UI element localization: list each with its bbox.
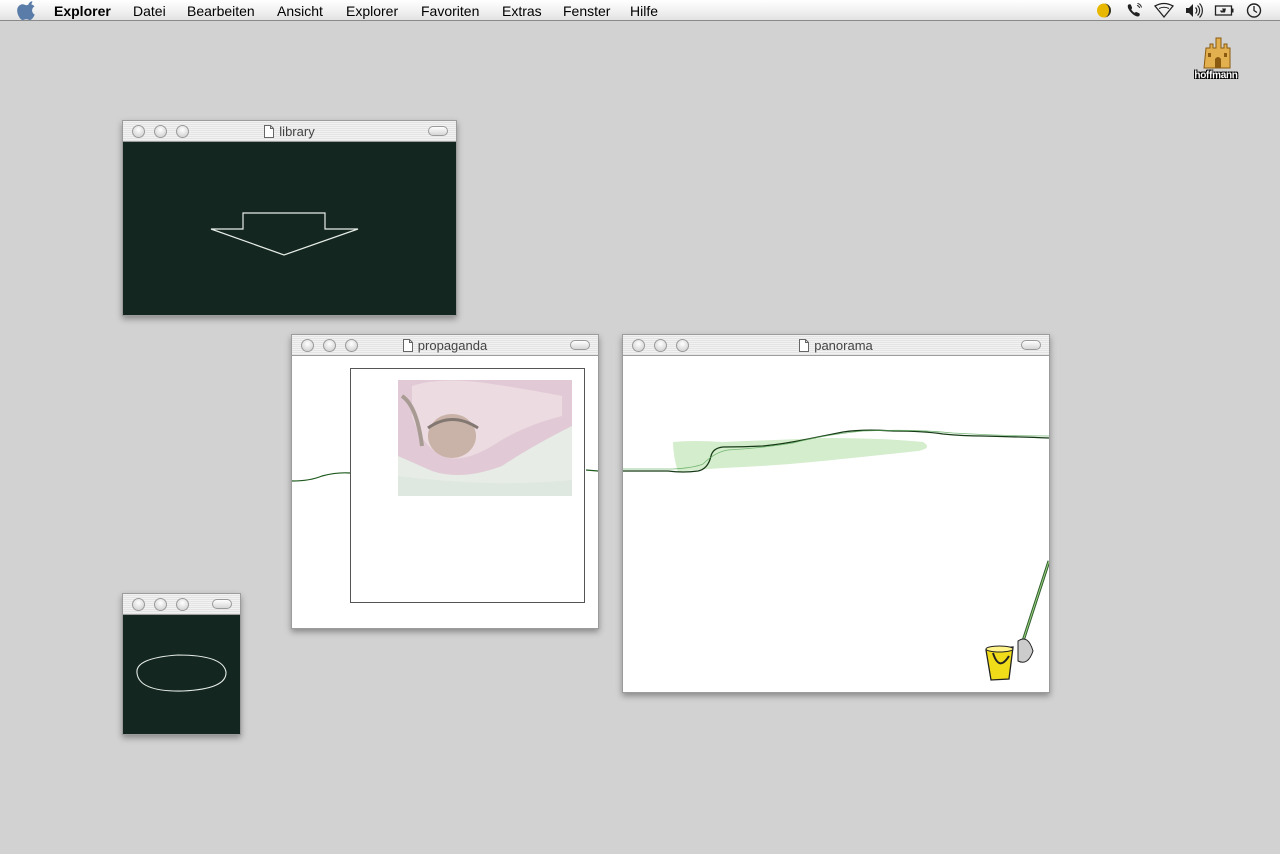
airport-icon[interactable]	[1154, 2, 1174, 19]
title-bar[interactable]: propaganda	[292, 335, 598, 356]
down-arrow-drawing	[210, 212, 359, 256]
clock-icon[interactable]	[1244, 2, 1264, 19]
battery-icon[interactable]	[1214, 2, 1234, 19]
menu-fenster[interactable]: Fenster	[563, 3, 610, 19]
window-title: library	[123, 124, 456, 139]
window-title: propaganda	[292, 338, 598, 353]
desktop-disk-hoffmann[interactable]: hoffmann	[1186, 34, 1246, 84]
menu-bar: Explorer Datei Bearbeiten Ansicht Explor…	[0, 0, 1280, 21]
panorama-canvas	[623, 429, 1049, 681]
ellipse-drawing	[136, 654, 227, 692]
document-icon	[264, 125, 275, 138]
title-bar[interactable]: panorama	[623, 335, 1049, 356]
menu-explorer[interactable]: Explorer	[346, 3, 398, 19]
window-content	[623, 356, 1049, 692]
window-content	[123, 615, 240, 734]
toolbar-toggle-button[interactable]	[212, 599, 232, 609]
apple-menu-icon[interactable]	[16, 0, 40, 21]
menu-datei[interactable]: Datei	[133, 3, 166, 19]
faded-photo	[398, 380, 572, 496]
window-content	[292, 356, 598, 628]
menu-ansicht[interactable]: Ansicht	[277, 3, 323, 19]
minimize-button[interactable]	[154, 598, 167, 611]
window-panorama[interactable]: panorama	[622, 334, 1050, 693]
volume-icon[interactable]	[1184, 2, 1204, 19]
close-button[interactable]	[132, 598, 145, 611]
moon-status-icon[interactable]	[1094, 2, 1114, 19]
menu-hilfe[interactable]: Hilfe	[630, 3, 658, 19]
window-title-text: library	[279, 124, 315, 139]
toolbar-toggle-button[interactable]	[1021, 340, 1041, 350]
window-library[interactable]: library	[122, 120, 457, 316]
sandcastle-disk-icon	[1203, 37, 1231, 69]
toolbar-toggle-button[interactable]	[570, 340, 590, 350]
window-content	[123, 142, 456, 315]
toolbar-toggle-button[interactable]	[428, 126, 448, 136]
propaganda-canvas	[292, 368, 598, 603]
menu-extras[interactable]: Extras	[502, 3, 542, 19]
disk-label: hoffmann	[1194, 70, 1238, 81]
title-bar[interactable]: library	[123, 121, 456, 142]
title-bar[interactable]	[123, 594, 240, 615]
document-icon	[402, 339, 413, 352]
phone-icon[interactable]	[1124, 2, 1144, 19]
window-title-text: panorama	[814, 338, 873, 353]
mop-bucket-drawing	[985, 560, 1049, 681]
menu-bearbeiten[interactable]: Bearbeiten	[187, 3, 255, 19]
menu-app-explorer[interactable]: Explorer	[54, 3, 111, 19]
window-untitled-small[interactable]	[122, 593, 241, 735]
window-title: panorama	[623, 338, 1049, 353]
document-icon	[799, 339, 810, 352]
window-title-text: propaganda	[417, 338, 488, 353]
zoom-button[interactable]	[176, 598, 189, 611]
window-propaganda[interactable]: propaganda	[291, 334, 599, 629]
menu-favoriten[interactable]: Favoriten	[421, 3, 479, 19]
